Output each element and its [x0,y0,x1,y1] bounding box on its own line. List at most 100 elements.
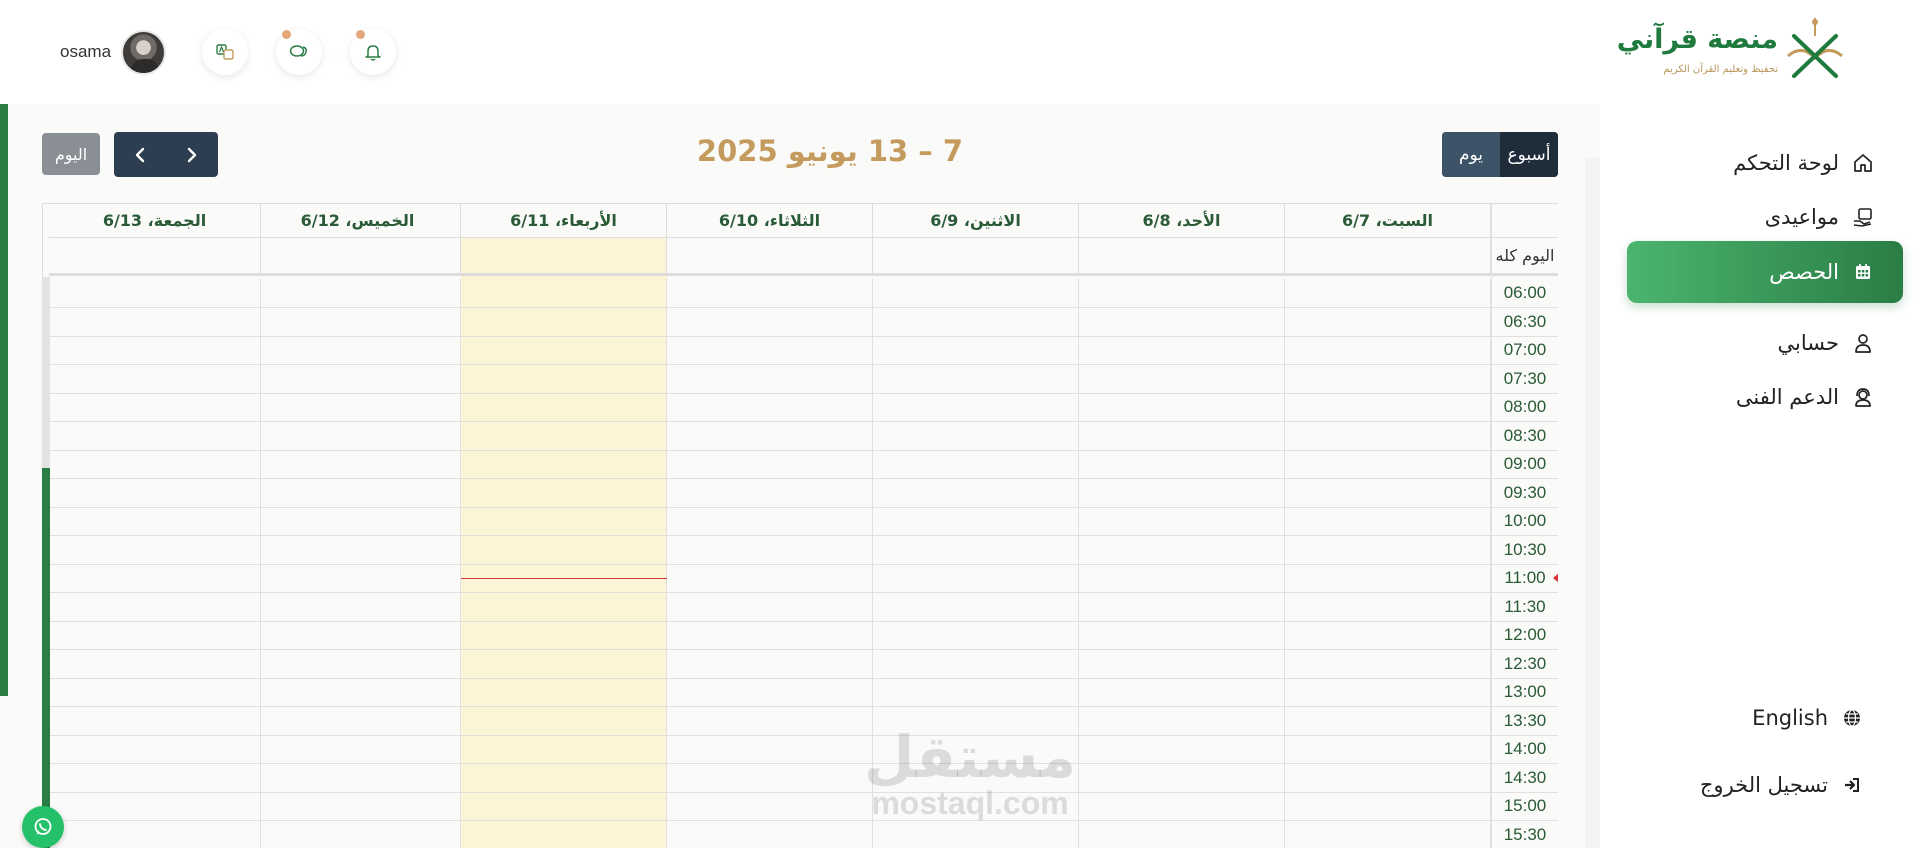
view-switcher: يوم أسبوع [1442,132,1558,177]
chevron-left-icon [135,147,145,162]
time-slot-row [43,592,1558,593]
logout-icon [1840,773,1864,797]
time-slot-row [43,478,1558,479]
sidebar-item-label: حسابي [1777,331,1839,355]
time-label: 12:30 [1503,653,1547,673]
top-bar: osama منصة قرآني تحفيظ وتعليم القرآن الك… [0,0,1919,104]
calendar-grid-icon [1851,260,1875,284]
calendar-hand-icon [1851,205,1875,229]
allday-cell[interactable] [49,238,261,276]
time-slot-row [43,421,1558,422]
allday-cell[interactable] [1079,238,1285,276]
scroll-track [42,277,50,468]
today-column-highlight [461,238,667,848]
time-label: 08:00 [1503,397,1547,416]
allday-cell[interactable] [1285,238,1491,276]
current-time-arrow [1553,573,1558,584]
scroll-accent [42,468,50,848]
day-header[interactable]: السبت، 6/7 [1285,204,1491,238]
day-header[interactable]: الأربعاء، 6/11 [461,204,667,238]
panel-divider [1585,158,1600,848]
chat-button[interactable] [276,29,322,75]
home-icon [1851,151,1875,175]
whatsapp-button[interactable] [22,806,64,848]
time-slot-row [43,763,1558,764]
globe-icon [1840,706,1864,730]
language-label: English [1752,706,1828,730]
today-button[interactable]: اليوم [42,133,100,175]
time-slot-row [43,535,1558,536]
time-label: 15:00 [1503,796,1547,815]
notifications-button[interactable] [350,29,396,75]
time-label: 13:00 [1503,682,1547,701]
time-slot-row [43,791,1558,793]
time-label: 14:30 [1503,767,1547,787]
time-label: 11:00 [1504,568,1546,587]
time-slot-row [43,392,1558,394]
next-button[interactable] [166,132,218,177]
avatar[interactable] [121,29,167,75]
sidebar-item-dashboard[interactable]: لوحة التحكم [1627,139,1903,187]
day-header[interactable]: الخميس، 6/12 [255,204,461,238]
allday-cell[interactable] [873,238,1079,276]
time-label: 09:00 [1503,454,1547,473]
time-column-divider [1491,204,1492,848]
time-slot-row [43,734,1558,736]
time-slot-row [43,307,1558,308]
day-header[interactable]: الجمعة، 6/13 [49,204,261,238]
sidebar: لوحة التحكم مواعيدى الحصص حسابي الدعم ال… [1600,151,1919,848]
user-name: osama [60,42,112,61]
calendar-title: 7 – 13 يونيو 2025 [696,134,964,168]
view-week-button[interactable]: أسبوع [1500,132,1558,177]
whatsapp-icon [34,818,52,835]
time-slot-row [43,364,1558,365]
sidebar-item-label: الحصص [1769,260,1839,284]
time-slot-row [43,820,1558,821]
time-label: 10:30 [1503,539,1547,559]
user-menu[interactable]: osama [60,28,167,76]
day-header[interactable]: الاثنين، 6/9 [873,204,1079,238]
time-label: 09:30 [1503,482,1547,502]
logout-button[interactable]: تسجيل الخروج [1600,760,1919,810]
time-label: 07:30 [1503,368,1547,388]
bell-icon [365,45,381,61]
allday-cell[interactable] [667,238,873,276]
logo-subtitle: تحفيظ وتعليم القرآن الكريم [1663,64,1778,75]
time-slot-row [43,677,1558,679]
week-calendar-grid: اليوم كله السبت، 6/7 الأحد، 6/8 الاثنين، 6… [42,203,1558,848]
language-switch[interactable]: English [1600,693,1919,743]
sidebar-item-label: مواعيدى [1764,205,1839,229]
allday-cell[interactable] [461,238,667,276]
chevron-right-icon [187,147,197,162]
time-slot-row [43,706,1558,707]
support-icon [1851,385,1875,409]
logout-label: تسجيل الخروج [1699,773,1828,797]
allday-cell[interactable] [255,238,461,276]
previous-button[interactable] [114,132,166,177]
day-header[interactable]: الثلاثاء، 6/10 [667,204,873,238]
notification-dot [356,30,365,39]
sidebar-item-account[interactable]: حسابي [1627,319,1903,367]
time-label: 12:00 [1503,625,1547,644]
time-label: 13:30 [1503,710,1547,730]
translate-icon [216,44,234,60]
sidebar-item-support[interactable]: الدعم الفنى [1627,373,1903,421]
quran-logo-icon [1787,18,1843,78]
sidebar-item-sessions[interactable]: الحصص [1627,241,1903,303]
translate-button[interactable] [202,29,248,75]
time-column-header [1491,204,1558,238]
sidebar-item-appointments[interactable]: مواعيدى [1627,193,1903,241]
time-slot-row [43,335,1558,337]
time-label: 11:30 [1504,596,1546,616]
logo[interactable]: منصة قرآني تحفيظ وتعليم القرآن الكريم [1617,14,1850,84]
current-time-indicator [461,578,667,580]
sidebar-item-label: لوحة التحكم [1733,151,1839,175]
time-slot-row [43,506,1558,508]
time-slot-row [43,563,1558,565]
sidebar-item-label: الدعم الفنى [1735,385,1839,409]
time-label: 10:00 [1503,511,1547,530]
view-day-button[interactable]: يوم [1442,132,1500,177]
day-header[interactable]: الأحد، 6/8 [1079,204,1285,238]
logo-title: منصة قرآني [1616,24,1778,55]
time-label: 08:30 [1503,425,1547,445]
